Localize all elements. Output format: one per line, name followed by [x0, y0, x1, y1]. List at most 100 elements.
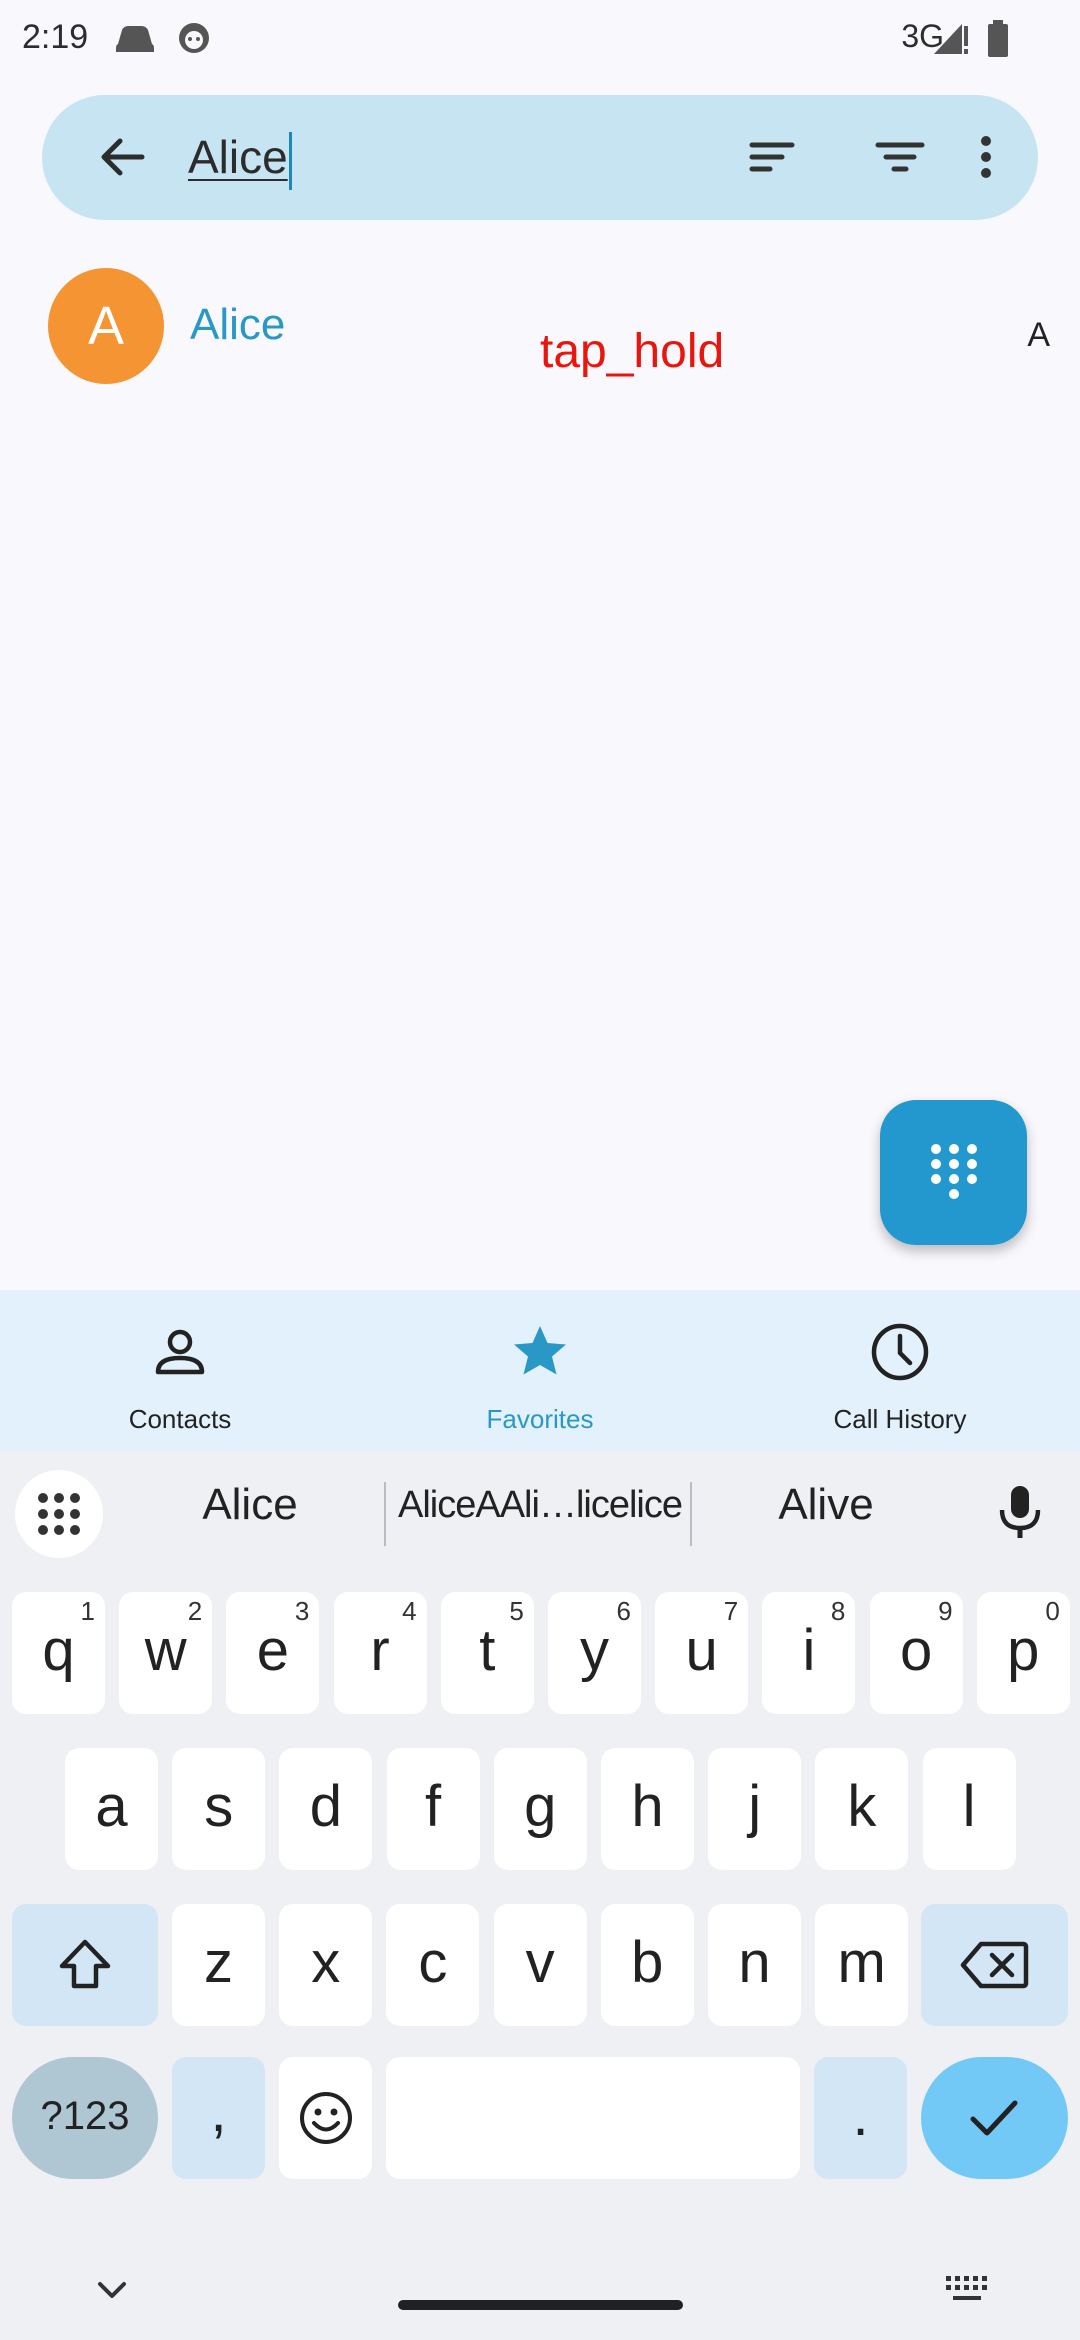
keyboard-switch-icon[interactable] — [944, 2272, 990, 2306]
key-m[interactable]: m — [815, 1904, 909, 2026]
search-input-text: Alice — [188, 131, 288, 183]
filter-icon[interactable] — [870, 127, 930, 187]
back-arrow-icon[interactable] — [92, 127, 152, 187]
dialpad-icon — [931, 1144, 977, 1199]
key-q[interactable]: q1 — [12, 1592, 105, 1714]
shift-icon — [59, 1939, 111, 1989]
nav-favorites[interactable]: Favorites — [360, 1290, 720, 1452]
key-i[interactable]: i8 — [762, 1592, 856, 1714]
key-w[interactable]: w2 — [119, 1592, 213, 1714]
backspace-icon — [960, 1941, 1029, 1989]
apps-grid-icon — [38, 1493, 80, 1535]
keyboard-nav-strip — [0, 2240, 1080, 2340]
more-vert-icon[interactable] — [956, 127, 1016, 187]
key-hint: 6 — [616, 1596, 631, 1626]
text-caret — [288, 131, 292, 190]
key-j[interactable]: j — [708, 1748, 802, 1870]
key-a[interactable]: a — [65, 1748, 158, 1870]
key-label: e — [256, 1618, 290, 1683]
key-f[interactable]: f — [386, 1748, 480, 1870]
microphone-icon[interactable] — [990, 1482, 1050, 1542]
nav-label: Call History — [833, 1404, 967, 1434]
action-overlay-label: tap_hold — [540, 325, 725, 378]
hide-keyboard-icon[interactable] — [92, 2270, 132, 2310]
nav-label: Contacts — [128, 1404, 232, 1434]
search-input[interactable]: Alice — [188, 125, 292, 190]
key-g[interactable]: g — [493, 1748, 587, 1870]
status-bar: 2:19 3G — [0, 0, 1080, 75]
key-hint: 2 — [187, 1596, 203, 1626]
space-key[interactable] — [386, 2057, 800, 2179]
key-label: r — [370, 1618, 390, 1683]
fast-scroll-index-letter[interactable]: A — [1027, 316, 1050, 355]
clock-icon — [871, 1323, 929, 1381]
key-s[interactable]: s — [172, 1748, 266, 1870]
key-label: w — [144, 1618, 187, 1683]
home-indicator[interactable] — [398, 2300, 683, 2310]
key-label: i — [802, 1618, 816, 1683]
key-r[interactable]: r4 — [333, 1592, 427, 1714]
bottom-navigation: Contacts Favorites Call History — [0, 1290, 1080, 1452]
key-label: p — [1007, 1618, 1040, 1683]
soft-keyboard: Alice AliceAAli…licelice Alive q1w2e3r4t… — [0, 1452, 1080, 2340]
person-icon — [155, 1329, 205, 1375]
status-time: 2:19 — [22, 18, 89, 56]
key-hint: 8 — [830, 1596, 846, 1626]
key-e[interactable]: e3 — [226, 1592, 320, 1714]
shift-key[interactable] — [12, 1904, 158, 2026]
contact-name: Alice — [190, 300, 286, 349]
symbols-key[interactable]: ?123 — [12, 2057, 158, 2179]
key-o[interactable]: o9 — [869, 1592, 963, 1714]
key-z[interactable]: z — [172, 1904, 265, 2026]
key-l[interactable]: l — [922, 1748, 1016, 1870]
key-label: t — [479, 1618, 496, 1683]
suggestion-3[interactable]: Alive — [706, 1480, 946, 1530]
signal-icon — [934, 24, 968, 54]
key-b[interactable]: b — [600, 1904, 694, 2026]
emoji-icon — [300, 2092, 352, 2144]
key-hint: 1 — [80, 1596, 95, 1626]
key-c[interactable]: c — [386, 1904, 480, 2026]
key-hint: 7 — [723, 1596, 739, 1626]
suggestion-strip: Alice AliceAAli…licelice Alive — [0, 1452, 1080, 1577]
key-n[interactable]: n — [708, 1904, 801, 2026]
key-label: u — [685, 1618, 718, 1683]
key-v[interactable]: v — [493, 1904, 587, 2026]
suggestion-1[interactable]: Alice — [130, 1480, 370, 1530]
contact-list-item[interactable]: A Alice tap_hold A — [0, 262, 1080, 392]
battery-icon — [988, 20, 1008, 57]
key-hint: 4 — [402, 1596, 417, 1626]
backspace-key[interactable] — [921, 1904, 1068, 2026]
key-hint: 9 — [938, 1596, 953, 1626]
nav-call-history[interactable]: Call History — [720, 1290, 1080, 1452]
car-icon — [116, 26, 154, 52]
search-bar: Alice — [42, 95, 1038, 220]
emoji-key[interactable] — [279, 2057, 372, 2179]
key-label: q — [42, 1618, 75, 1683]
suggestion-divider — [690, 1482, 692, 1546]
key-hint: 5 — [509, 1596, 524, 1626]
key-p[interactable]: p0 — [976, 1592, 1070, 1714]
suggestion-2[interactable]: AliceAAli…licelice — [390, 1484, 690, 1527]
android-debug-icon — [179, 23, 209, 53]
key-label: y — [580, 1618, 609, 1683]
dialpad-button[interactable] — [880, 1100, 1027, 1245]
nav-label: Favorites — [486, 1404, 594, 1434]
key-y[interactable]: y6 — [548, 1592, 641, 1714]
key-hint: 3 — [294, 1596, 310, 1626]
key-h[interactable]: h — [601, 1748, 694, 1870]
key-x[interactable]: x — [279, 1904, 373, 2026]
key-k[interactable]: k — [815, 1748, 909, 1870]
checkmark-icon — [970, 2100, 1018, 2136]
key-hint: 0 — [1045, 1596, 1060, 1626]
key-u[interactable]: u7 — [655, 1592, 749, 1714]
keyboard-apps-button[interactable] — [15, 1470, 103, 1558]
key-d[interactable]: d — [279, 1748, 373, 1870]
comma-key[interactable]: , — [172, 2057, 265, 2179]
period-key[interactable]: . — [814, 2057, 907, 2179]
sort-icon[interactable] — [742, 127, 802, 187]
key-label: o — [899, 1618, 933, 1683]
enter-key[interactable] — [921, 2057, 1068, 2179]
key-t[interactable]: t5 — [440, 1592, 534, 1714]
nav-contacts[interactable]: Contacts — [0, 1290, 360, 1452]
